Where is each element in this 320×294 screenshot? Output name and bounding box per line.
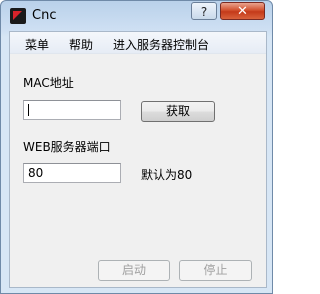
window-title: Cnc [32,8,57,23]
app-icon [10,8,26,24]
app-window: Cnc ? ✕ 菜单 帮助 进入服务器控制台 MAC地址 获取 WEB服务器端口… [0,0,273,294]
client-area: 菜单 帮助 进入服务器控制台 MAC地址 获取 WEB服务器端口 80 默认为8… [9,31,267,288]
stop-button[interactable]: 停止 [179,260,252,281]
menu-item-help[interactable]: 帮助 [69,36,93,53]
get-button[interactable]: 获取 [141,101,215,122]
title-bar[interactable]: Cnc ? ✕ [1,1,272,31]
text-caret [28,104,29,116]
web-port-hint: 默认为80 [141,168,193,182]
web-port-input[interactable]: 80 [23,163,121,183]
help-button[interactable]: ? [191,2,217,20]
menu-item-menu[interactable]: 菜单 [25,36,49,53]
start-button[interactable]: 启动 [98,260,170,281]
close-button[interactable]: ✕ [220,2,265,20]
web-port-label: WEB服务器端口 [23,140,111,154]
mac-address-label: MAC地址 [23,76,74,90]
web-port-value: 80 [28,166,44,180]
menu-bar: 菜单 帮助 进入服务器控制台 [10,32,266,54]
menu-item-server-console[interactable]: 进入服务器控制台 [113,36,209,53]
mac-address-input[interactable] [23,100,121,120]
